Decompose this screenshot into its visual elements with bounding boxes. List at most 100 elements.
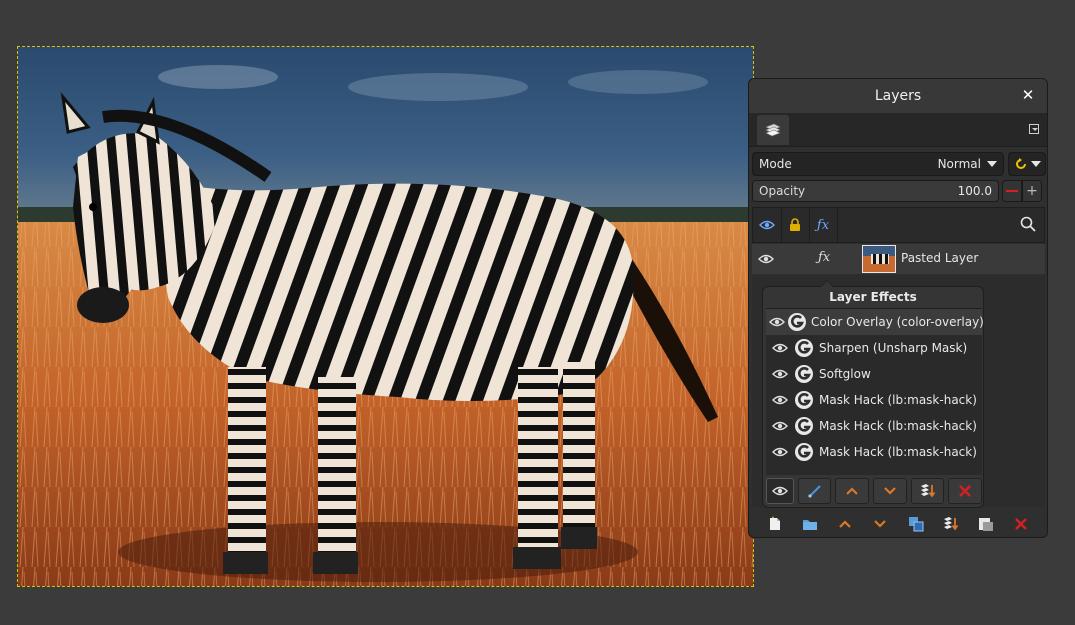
eye-icon xyxy=(772,447,788,457)
layer-effects-popover: Layer Effects Color Overlay (color-overl… xyxy=(762,280,984,508)
close-icon[interactable]: ✕ xyxy=(1019,86,1037,104)
eye-icon xyxy=(772,343,788,353)
eye-icon xyxy=(772,421,788,431)
effect-visibility-toggle[interactable] xyxy=(769,369,791,379)
merge-effects-button[interactable] xyxy=(910,478,945,504)
new-layer-icon xyxy=(769,516,780,530)
eye-icon xyxy=(772,369,788,379)
eye-icon xyxy=(758,254,774,264)
merge-down-button[interactable] xyxy=(940,513,962,535)
gegl-icon xyxy=(793,363,815,385)
chevron-down-icon xyxy=(1030,161,1041,167)
layer-name: Pasted Layer xyxy=(901,251,979,265)
new-layer-button[interactable] xyxy=(764,513,786,535)
gegl-icon xyxy=(787,311,807,333)
effect-visibility-toggle[interactable] xyxy=(769,317,785,327)
layers-footer-toolbar xyxy=(749,509,1047,537)
lock-icon xyxy=(790,218,800,231)
gegl-icon xyxy=(793,415,815,437)
visibility-column-header[interactable] xyxy=(753,208,782,242)
zebra-photo xyxy=(18,47,753,586)
search-icon[interactable] xyxy=(1020,216,1036,235)
gegl-icon xyxy=(793,389,815,411)
chevron-down-icon xyxy=(874,520,887,528)
duplicate-layer-button[interactable] xyxy=(905,513,927,535)
chevron-down-icon xyxy=(987,161,997,167)
delete-layer-button[interactable] xyxy=(1010,513,1032,535)
chevron-up-icon xyxy=(839,520,851,528)
layers-tab-icon xyxy=(765,123,781,137)
mode-label: Mode xyxy=(759,157,792,171)
layer-effects-toggle[interactable]: ƒx xyxy=(818,250,830,265)
effect-name: Softglow xyxy=(819,367,871,381)
delete-icon xyxy=(959,485,972,497)
dock-tabbar xyxy=(749,114,1047,147)
effect-name: Color Overlay (color-overlay) xyxy=(811,315,984,329)
fx-icon: ƒx xyxy=(816,217,830,233)
layer-row[interactable]: ƒx Pasted Layer xyxy=(752,244,1045,274)
effect-name: Sharpen (Unsharp Mask) xyxy=(819,341,968,355)
layer-effects-title: Layer Effects xyxy=(829,290,917,304)
opacity-label: Opacity xyxy=(759,184,806,198)
dock-titlebar[interactable]: Layers ✕ xyxy=(749,79,1047,114)
layer-effects-list: Color Overlay (color-overlay) Sharpen (U… xyxy=(766,308,984,475)
duplicate-icon xyxy=(908,517,924,532)
effect-name: Mask Hack (lb:mask-hack) xyxy=(819,445,977,459)
effect-name: Mask Hack (lb:mask-hack) xyxy=(819,419,977,433)
chevron-down-icon xyxy=(884,487,896,495)
lock-column-header[interactable] xyxy=(781,208,810,242)
effect-item[interactable]: Sharpen (Unsharp Mask) xyxy=(766,335,982,361)
effect-visibility-toggle[interactable] xyxy=(769,395,791,405)
layer-effects-toolbar xyxy=(766,477,982,505)
opacity-decrease-button[interactable] xyxy=(1002,180,1022,202)
image-canvas[interactable] xyxy=(17,46,754,587)
edit-effect-button[interactable] xyxy=(797,478,832,504)
rotate-icon xyxy=(1015,158,1026,169)
effects-column-header[interactable]: ƒx xyxy=(809,208,838,242)
effect-name: Mask Hack (lb:mask-hack) xyxy=(819,393,977,407)
mode-select[interactable]: Mode Normal xyxy=(752,152,1004,176)
delete-effect-button[interactable] xyxy=(948,478,982,504)
eye-icon xyxy=(769,317,785,327)
effect-visibility-toggle[interactable] xyxy=(769,343,791,353)
new-layer-group-button[interactable] xyxy=(799,513,821,535)
effect-item[interactable]: Mask Hack (lb:mask-hack) xyxy=(766,439,982,465)
effect-visibility-toggle[interactable] xyxy=(769,447,791,457)
plus-icon: + xyxy=(1026,183,1038,199)
effect-item[interactable]: Softglow xyxy=(766,361,982,387)
lower-effect-button[interactable] xyxy=(873,478,907,504)
effect-visibility-toggle[interactable] xyxy=(769,421,791,431)
eye-icon xyxy=(759,220,775,230)
gegl-icon xyxy=(793,441,815,463)
merge-down-icon xyxy=(943,517,959,531)
gegl-icon xyxy=(793,337,815,359)
mask-icon xyxy=(979,518,994,531)
layer-thumbnail xyxy=(862,245,896,273)
dock-title: Layers xyxy=(874,88,922,104)
opacity-value: 100.0 xyxy=(957,184,992,198)
merge-down-icon xyxy=(920,484,935,498)
raise-layer-button[interactable] xyxy=(834,513,856,535)
effect-visibility-button[interactable] xyxy=(766,478,794,504)
effect-item[interactable]: Mask Hack (lb:mask-hack) xyxy=(766,413,982,439)
folder-icon xyxy=(802,520,817,530)
opacity-field[interactable]: Opacity 100.0 xyxy=(752,180,999,202)
dock-menu-icon[interactable] xyxy=(1029,124,1039,134)
lower-layer-button[interactable] xyxy=(869,513,891,535)
raise-effect-button[interactable] xyxy=(835,478,870,504)
eye-icon xyxy=(772,395,788,405)
layer-mask-button[interactable] xyxy=(975,513,997,535)
layer-list-header: ƒx xyxy=(752,207,1045,243)
layer-visibility-toggle[interactable] xyxy=(758,253,774,267)
minus-icon xyxy=(1006,190,1018,192)
tab-layers[interactable] xyxy=(757,115,789,145)
chevron-up-icon xyxy=(846,487,858,495)
effect-item[interactable]: Color Overlay (color-overlay) xyxy=(766,309,984,335)
delete-icon xyxy=(1015,518,1028,530)
brush-icon xyxy=(807,485,821,498)
composite-mode-button[interactable] xyxy=(1008,152,1046,176)
effect-item[interactable]: Mask Hack (lb:mask-hack) xyxy=(766,387,982,413)
mode-value: Normal xyxy=(937,157,981,171)
opacity-increase-button[interactable]: + xyxy=(1022,180,1042,202)
eye-icon xyxy=(771,486,788,496)
